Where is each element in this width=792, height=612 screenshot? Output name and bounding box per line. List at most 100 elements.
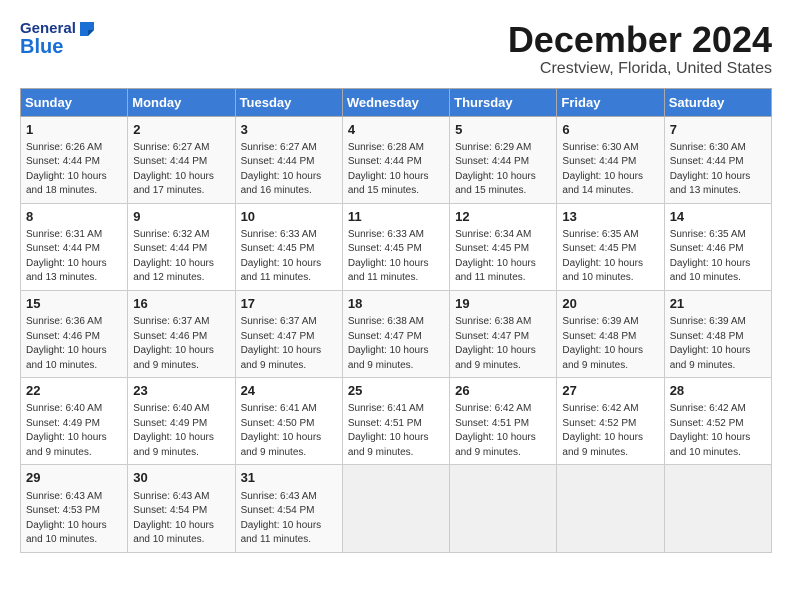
calendar-cell: 20 Sunrise: 6:39 AMSunset: 4:48 PMDayligh… bbox=[557, 290, 664, 377]
day-number: 11 bbox=[348, 208, 444, 226]
day-number: 26 bbox=[455, 382, 551, 400]
title-area: December 2024 Crestview, Florida, United… bbox=[508, 20, 772, 78]
calendar-week-row: 29 Sunrise: 6:43 AMSunset: 4:53 PMDayligh… bbox=[21, 465, 772, 552]
calendar-cell: 27Sunrise: 6:42 AMSunset: 4:52 PMDayligh… bbox=[557, 378, 664, 465]
day-number: 12 bbox=[455, 208, 551, 226]
day-info: Sunrise: 6:34 AMSunset: 4:45 PMDaylight:… bbox=[455, 228, 551, 286]
day-number: 24 bbox=[241, 382, 337, 400]
day-info: Sunrise: 6:33 AMSunset: 4:45 PMDaylight:… bbox=[348, 228, 444, 286]
day-info: Sunrise: 6:38 AMSunset: 4:47 PMDaylight:… bbox=[348, 315, 444, 373]
day-number: 6 bbox=[562, 121, 658, 139]
weekday-header-cell: Wednesday bbox=[342, 88, 449, 116]
calendar-cell: 16 Sunrise: 6:37 AMSunset: 4:46 PMDayligh… bbox=[128, 290, 235, 377]
calendar-cell: 7Sunrise: 6:30 AMSunset: 4:44 PMDaylight… bbox=[664, 116, 771, 203]
logo-blue-text: Blue bbox=[20, 36, 96, 58]
calendar-cell: 29 Sunrise: 6:43 AMSunset: 4:53 PMDayligh… bbox=[21, 465, 128, 552]
day-number: 21 bbox=[670, 295, 766, 313]
day-info: Sunrise: 6:36 AMSunset: 4:46 PMDaylight:… bbox=[26, 315, 122, 373]
weekday-header-cell: Tuesday bbox=[235, 88, 342, 116]
day-info: Sunrise: 6:29 AMSunset: 4:44 PMDaylight:… bbox=[455, 141, 551, 199]
weekday-header-cell: Friday bbox=[557, 88, 664, 116]
day-number: 1 bbox=[26, 121, 122, 139]
day-number: 19 bbox=[455, 295, 551, 313]
calendar-cell: 19 Sunrise: 6:38 AMSunset: 4:47 PMDayligh… bbox=[450, 290, 557, 377]
calendar-cell: 13 Sunrise: 6:35 AMSunset: 4:45 PMDayligh… bbox=[557, 203, 664, 290]
header: General Blue December 2024 Crestview, Fl… bbox=[20, 20, 772, 78]
day-info: Sunrise: 6:35 AMSunset: 4:46 PMDaylight:… bbox=[670, 228, 766, 286]
calendar-cell: 8 Sunrise: 6:31 AMSunset: 4:44 PMDaylight… bbox=[21, 203, 128, 290]
day-number: 18 bbox=[348, 295, 444, 313]
calendar-cell: 17Sunrise: 6:37 AMSunset: 4:47 PMDayligh… bbox=[235, 290, 342, 377]
day-number: 31 bbox=[241, 469, 337, 487]
day-number: 22 bbox=[26, 382, 122, 400]
day-info: Sunrise: 6:30 AMSunset: 4:44 PMDaylight:… bbox=[562, 141, 658, 199]
weekday-header-cell: Sunday bbox=[21, 88, 128, 116]
calendar-cell bbox=[342, 465, 449, 552]
day-info: Sunrise: 6:40 AMSunset: 4:49 PMDaylight:… bbox=[133, 402, 229, 460]
month-title: December 2024 bbox=[508, 20, 772, 60]
day-info: Sunrise: 6:41 AMSunset: 4:51 PMDaylight:… bbox=[348, 402, 444, 460]
calendar-cell: 15 Sunrise: 6:36 AMSunset: 4:46 PMDayligh… bbox=[21, 290, 128, 377]
day-number: 16 bbox=[133, 295, 229, 313]
calendar-cell: 5 Sunrise: 6:29 AMSunset: 4:44 PMDaylight… bbox=[450, 116, 557, 203]
weekday-header-cell: Thursday bbox=[450, 88, 557, 116]
day-number: 9 bbox=[133, 208, 229, 226]
calendar-cell: 2 Sunrise: 6:27 AMSunset: 4:44 PMDaylight… bbox=[128, 116, 235, 203]
calendar-week-row: 15 Sunrise: 6:36 AMSunset: 4:46 PMDayligh… bbox=[21, 290, 772, 377]
calendar-cell: 18 Sunrise: 6:38 AMSunset: 4:47 PMDayligh… bbox=[342, 290, 449, 377]
day-number: 29 bbox=[26, 469, 122, 487]
day-info: Sunrise: 6:28 AMSunset: 4:44 PMDaylight:… bbox=[348, 141, 444, 199]
day-info: Sunrise: 6:39 AMSunset: 4:48 PMDaylight:… bbox=[670, 315, 766, 373]
day-number: 2 bbox=[133, 121, 229, 139]
calendar-body: 1 Sunrise: 6:26 AMSunset: 4:44 PMDaylight… bbox=[21, 116, 772, 552]
day-info: Sunrise: 6:42 AMSunset: 4:52 PMDaylight:… bbox=[670, 402, 766, 460]
day-number: 13 bbox=[562, 208, 658, 226]
calendar-cell bbox=[557, 465, 664, 552]
calendar-cell: 22 Sunrise: 6:40 AMSunset: 4:49 PMDayligh… bbox=[21, 378, 128, 465]
calendar-cell: 23Sunrise: 6:40 AMSunset: 4:49 PMDayligh… bbox=[128, 378, 235, 465]
location: Crestview, Florida, United States bbox=[508, 60, 772, 78]
calendar-cell: 1 Sunrise: 6:26 AMSunset: 4:44 PMDaylight… bbox=[21, 116, 128, 203]
day-number: 5 bbox=[455, 121, 551, 139]
calendar-cell: 25 Sunrise: 6:41 AMSunset: 4:51 PMDayligh… bbox=[342, 378, 449, 465]
day-number: 3 bbox=[241, 121, 337, 139]
day-number: 10 bbox=[241, 208, 337, 226]
day-info: Sunrise: 6:43 AMSunset: 4:54 PMDaylight:… bbox=[133, 490, 229, 548]
calendar-cell: 24 Sunrise: 6:41 AMSunset: 4:50 PMDayligh… bbox=[235, 378, 342, 465]
calendar-cell: 30 Sunrise: 6:43 AMSunset: 4:54 PMDayligh… bbox=[128, 465, 235, 552]
weekday-header-cell: Saturday bbox=[664, 88, 771, 116]
logo: General Blue bbox=[20, 20, 96, 58]
day-number: 20 bbox=[562, 295, 658, 313]
day-info: Sunrise: 6:31 AMSunset: 4:44 PMDaylight:… bbox=[26, 228, 122, 286]
calendar-cell: 14 Sunrise: 6:35 AMSunset: 4:46 PMDayligh… bbox=[664, 203, 771, 290]
calendar-week-row: 1 Sunrise: 6:26 AMSunset: 4:44 PMDaylight… bbox=[21, 116, 772, 203]
day-info: Sunrise: 6:43 AMSunset: 4:53 PMDaylight:… bbox=[26, 490, 122, 548]
day-info: Sunrise: 6:38 AMSunset: 4:47 PMDaylight:… bbox=[455, 315, 551, 373]
day-info: Sunrise: 6:42 AMSunset: 4:52 PMDaylight:… bbox=[562, 402, 658, 460]
calendar-cell: 4 Sunrise: 6:28 AMSunset: 4:44 PMDaylight… bbox=[342, 116, 449, 203]
calendar-cell: 31Sunrise: 6:43 AMSunset: 4:54 PMDayligh… bbox=[235, 465, 342, 552]
calendar-cell: 21 Sunrise: 6:39 AMSunset: 4:48 PMDayligh… bbox=[664, 290, 771, 377]
day-info: Sunrise: 6:37 AMSunset: 4:46 PMDaylight:… bbox=[133, 315, 229, 373]
day-info: Sunrise: 6:41 AMSunset: 4:50 PMDaylight:… bbox=[241, 402, 337, 460]
day-info: Sunrise: 6:35 AMSunset: 4:45 PMDaylight:… bbox=[562, 228, 658, 286]
day-info: Sunrise: 6:30 AMSunset: 4:44 PMDaylight:… bbox=[670, 141, 766, 199]
day-number: 15 bbox=[26, 295, 122, 313]
day-number: 25 bbox=[348, 382, 444, 400]
calendar-cell: 6 Sunrise: 6:30 AMSunset: 4:44 PMDaylight… bbox=[557, 116, 664, 203]
weekday-header-row: SundayMondayTuesdayWednesdayThursdayFrid… bbox=[21, 88, 772, 116]
day-info: Sunrise: 6:39 AMSunset: 4:48 PMDaylight:… bbox=[562, 315, 658, 373]
calendar-cell: 26Sunrise: 6:42 AMSunset: 4:51 PMDayligh… bbox=[450, 378, 557, 465]
day-number: 17 bbox=[241, 295, 337, 313]
day-number: 4 bbox=[348, 121, 444, 139]
calendar-cell: 11 Sunrise: 6:33 AMSunset: 4:45 PMDayligh… bbox=[342, 203, 449, 290]
calendar-week-row: 8 Sunrise: 6:31 AMSunset: 4:44 PMDaylight… bbox=[21, 203, 772, 290]
calendar-cell: 10Sunrise: 6:33 AMSunset: 4:45 PMDayligh… bbox=[235, 203, 342, 290]
day-number: 8 bbox=[26, 208, 122, 226]
day-info: Sunrise: 6:26 AMSunset: 4:44 PMDaylight:… bbox=[26, 141, 122, 199]
day-info: Sunrise: 6:27 AMSunset: 4:44 PMDaylight:… bbox=[133, 141, 229, 199]
day-info: Sunrise: 6:40 AMSunset: 4:49 PMDaylight:… bbox=[26, 402, 122, 460]
day-number: 30 bbox=[133, 469, 229, 487]
calendar-cell: 3Sunrise: 6:27 AMSunset: 4:44 PMDaylight… bbox=[235, 116, 342, 203]
day-number: 14 bbox=[670, 208, 766, 226]
